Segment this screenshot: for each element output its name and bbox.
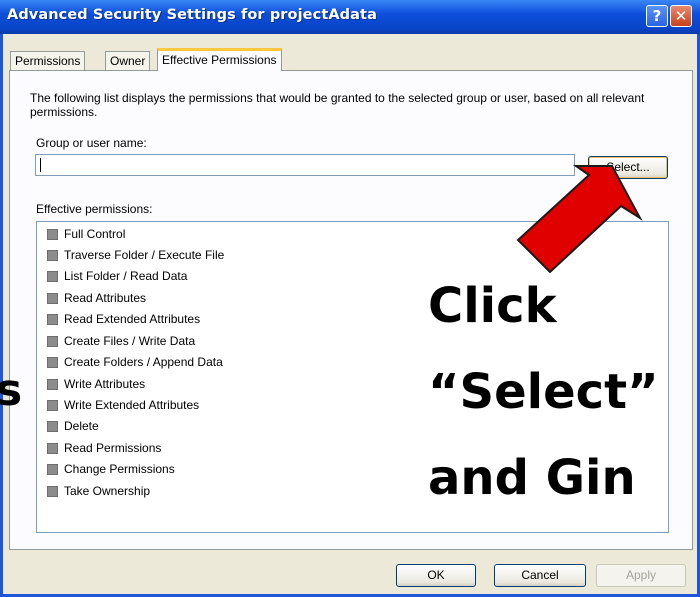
annotation-line-3: and Gin [428,450,636,506]
annotation-left-fragment: s [0,365,23,416]
tab-effective-permissions[interactable]: Effective Permissions [157,48,282,71]
arrow-shape [516,165,643,274]
annotation-line-2: “Select” [428,364,659,420]
annotation-line-1: Click [428,278,557,334]
